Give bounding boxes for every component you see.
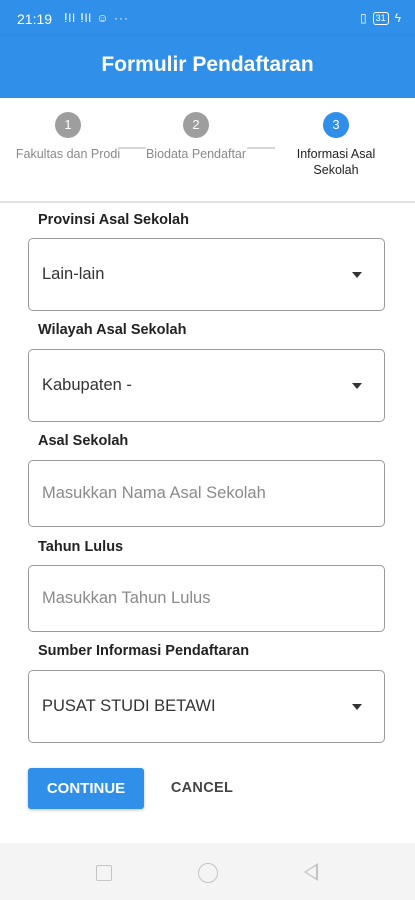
step-2-label: Biodata Pendaftar [145,147,247,161]
status-bar: 21:19 ⵑll ⵑll ☺ ··· ▯ 31 ϟ [0,0,415,36]
wilayah-value: Kabupaten - [42,376,132,394]
provinsi-label: Provinsi Asal Sekolah [38,212,189,228]
recents-icon[interactable] [96,865,112,881]
provinsi-value: Lain-lain [42,265,105,283]
asal-sekolah-placeholder: Masukkan Nama Asal Sekolah [42,484,266,502]
asal-sekolah-label: Asal Sekolah [38,433,129,449]
tahun-lulus-input[interactable]: Masukkan Tahun Lulus [28,565,385,632]
step-3[interactable]: 3 Informasi Asal Sekolah [281,112,391,178]
step-3-label: Informasi Asal Sekolah [296,147,376,177]
provinsi-dropdown[interactable]: Lain-lain [28,238,385,311]
wilayah-label: Wilayah Asal Sekolah [38,322,187,338]
step-1[interactable]: 1 Fakultas dan Prodi [13,112,123,162]
sumber-info-dropdown[interactable]: PUSAT STUDI BETAWI [28,670,385,743]
dropdown-arrow-icon [352,704,362,710]
system-nav-bar [0,843,415,900]
step-2[interactable]: 2 Biodata Pendaftar [141,112,251,162]
page-title: Formulir Pendaftaran [101,53,314,76]
stepper: 1 Fakultas dan Prodi 2 Biodata Pendaftar… [0,98,415,203]
home-icon[interactable] [198,863,218,883]
tahun-lulus-label: Tahun Lulus [38,539,124,555]
status-right-icons: ▯ 31 ϟ [360,11,401,25]
asal-sekolah-input[interactable]: Masukkan Nama Asal Sekolah [28,460,385,527]
status-time: 21:19 [17,11,53,27]
charging-icon: ϟ [394,11,401,25]
step-connector-2 [247,147,275,149]
sumber-info-value: PUSAT STUDI BETAWI [42,697,216,715]
dropdown-arrow-icon [352,383,362,389]
continue-button[interactable]: CONTINUE [28,768,144,809]
step-1-number: 1 [55,112,81,138]
step-1-label: Fakultas dan Prodi [15,147,121,161]
wilayah-dropdown[interactable]: Kabupaten - [28,349,385,422]
step-connector-1 [118,147,146,149]
cancel-button[interactable]: CANCEL [160,768,244,809]
sumber-info-label: Sumber Informasi Pendaftaran [38,643,250,659]
step-3-number: 3 [323,112,349,138]
dropdown-arrow-icon [352,272,362,278]
battery-icon: 31 [372,11,389,25]
back-icon[interactable] [304,863,318,881]
step-2-number: 2 [183,112,209,138]
app-bar: Formulir Pendaftaran [0,36,415,98]
signal-icons: ⵑll ⵑll ☺ ··· [64,11,129,25]
vibrate-icon: ▯ [360,11,367,25]
tahun-lulus-placeholder: Masukkan Tahun Lulus [42,589,211,607]
